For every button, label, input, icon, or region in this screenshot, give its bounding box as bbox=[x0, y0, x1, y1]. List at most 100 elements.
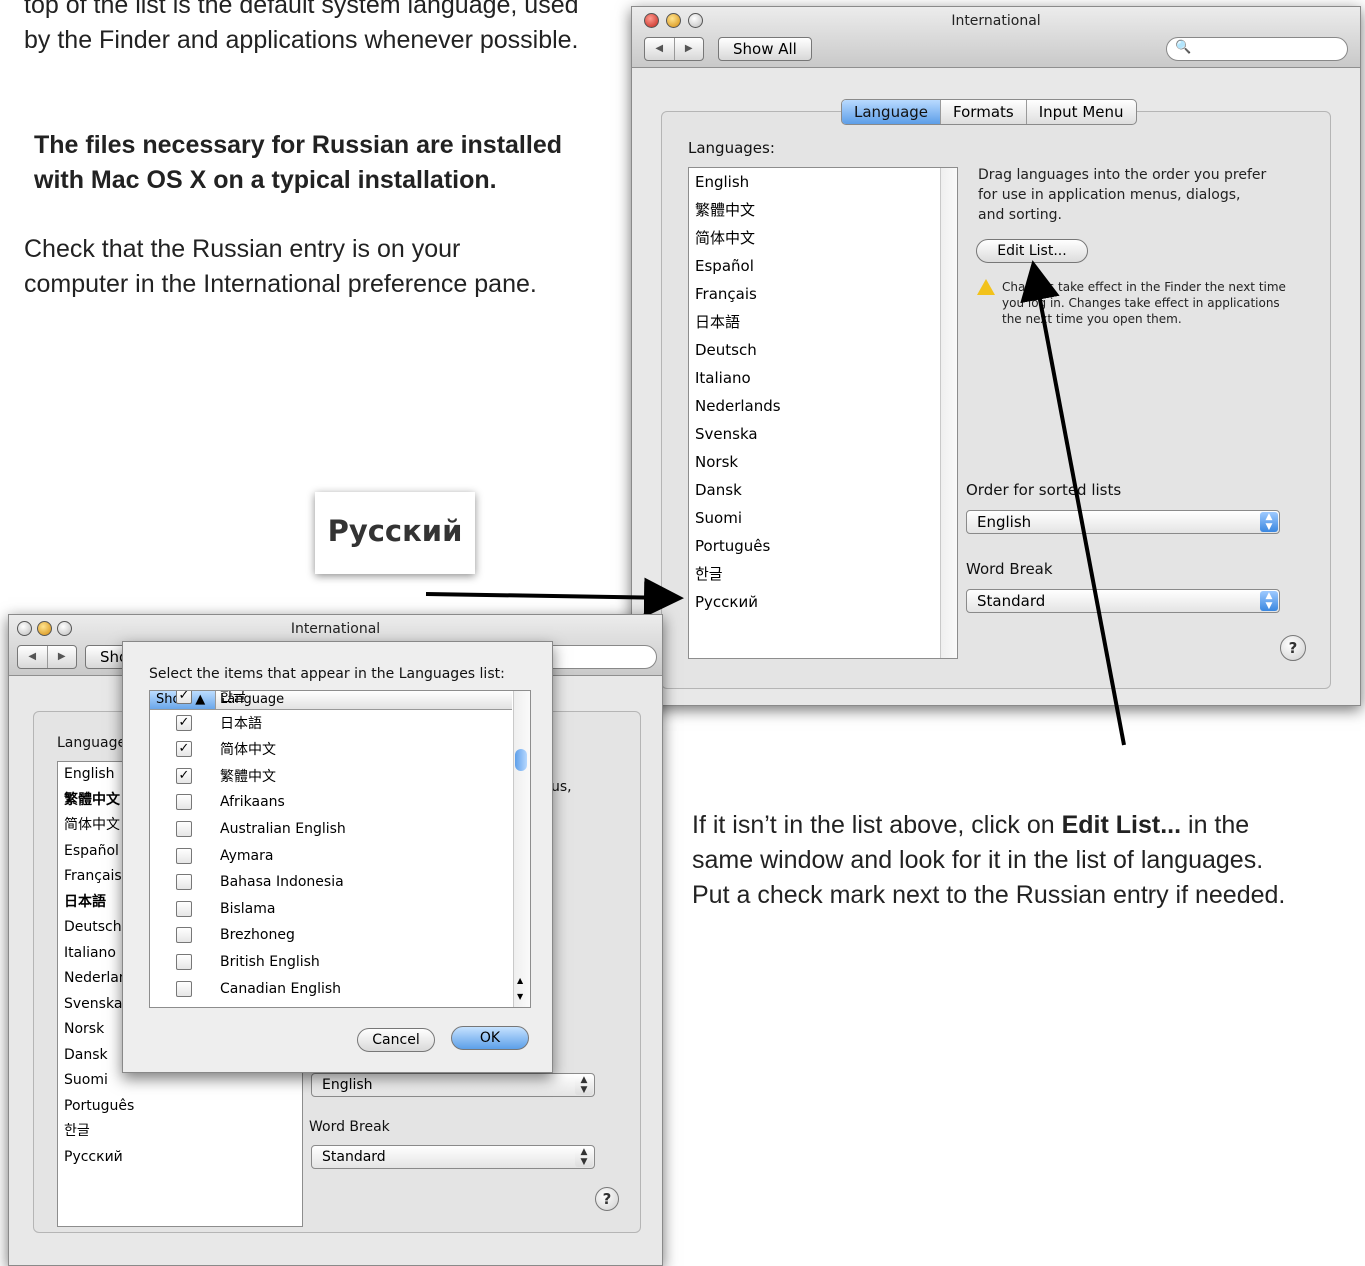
checkbox-checked[interactable]: ✓ bbox=[176, 714, 192, 731]
checklist-row[interactable]: Aymara bbox=[150, 843, 273, 869]
edit-list-button[interactable]: Edit List... bbox=[976, 239, 1088, 263]
word-break-popup[interactable]: Standard ▲ ▼ bbox=[966, 589, 1280, 613]
forward-arrow-icon[interactable]: ▶ bbox=[48, 646, 77, 668]
checkbox-unchecked[interactable] bbox=[176, 847, 192, 864]
back-forward-control[interactable]: ◀ ▶ bbox=[644, 37, 704, 61]
popup-arrows-icon: ▲ ▼ bbox=[575, 1147, 593, 1167]
language-item[interactable]: Italiano bbox=[689, 364, 781, 392]
sheet-prompt: Select the items that appear in the Lang… bbox=[149, 666, 505, 682]
languages-list[interactable]: English 繁體中文 简体中文 Español Français 日本語 Deutsch… bbox=[688, 167, 958, 659]
language-item[interactable]: Español bbox=[689, 252, 781, 280]
checklist-row[interactable]: Brezhoneg bbox=[150, 922, 295, 948]
popup-arrows-icon: ▲ ▼ bbox=[575, 1075, 593, 1095]
checklist-row[interactable]: Afrikaans bbox=[150, 789, 285, 815]
language-item[interactable]: 日本語 bbox=[689, 308, 781, 336]
language-checklist[interactable]: Show ▲ Language ✓ 한글 ✓ 日本語 ✓ 简体中文 ✓ 繁體中文 Afrikaa… bbox=[149, 690, 531, 1008]
checklist-row[interactable]: ✓ 简体中文 bbox=[150, 736, 276, 762]
show-all-button[interactable]: Show All bbox=[718, 37, 812, 61]
checklist-language-label: Afrikaans bbox=[220, 794, 285, 811]
word-break-popup-secondary[interactable]: Standard ▲ ▼ bbox=[311, 1145, 595, 1169]
search-icon: 🔍 bbox=[1175, 40, 1192, 55]
languages-items: English 繁體中文 简体中文 Español Français 日本語 Deutsch… bbox=[689, 168, 781, 616]
popup-arrows-icon: ▲ ▼ bbox=[1260, 512, 1278, 532]
scroll-up-icon[interactable]: ▲ bbox=[517, 976, 523, 985]
help-button[interactable]: ? bbox=[1280, 635, 1306, 661]
checklist-row[interactable]: Bislama bbox=[150, 896, 275, 922]
search-field[interactable]: 🔍 bbox=[1166, 37, 1348, 61]
instruction-paragraph: If it isn’t in the list above, click on … bbox=[692, 811, 1286, 909]
pane-tabs: Language Formats Input Menu bbox=[841, 99, 1137, 125]
language-item[interactable]: Русский bbox=[689, 588, 781, 616]
title-bar: International ◀ ▶ Show All 🔍 bbox=[632, 7, 1360, 68]
ok-button[interactable]: OK bbox=[451, 1026, 529, 1050]
edit-list-reference: Edit List... bbox=[1061, 811, 1182, 839]
window-title-secondary: International bbox=[290, 621, 381, 637]
scroll-thumb[interactable] bbox=[515, 749, 527, 771]
checkbox-unchecked[interactable] bbox=[176, 874, 192, 891]
checkbox-unchecked[interactable] bbox=[176, 821, 192, 837]
checkbox-unchecked[interactable] bbox=[176, 927, 192, 944]
scroll-down-icon[interactable]: ▼ bbox=[517, 992, 523, 1001]
language-item[interactable]: 繁體中文 bbox=[689, 196, 781, 224]
language-item[interactable]: Suomi bbox=[689, 504, 781, 532]
tab-formats[interactable]: Formats bbox=[941, 100, 1027, 124]
checklist-row[interactable]: ✓ 日本語 bbox=[150, 710, 262, 736]
warning-icon bbox=[977, 279, 995, 295]
checklist-language-label: 繁體中文 bbox=[220, 768, 276, 785]
cancel-button[interactable]: Cancel bbox=[357, 1028, 435, 1052]
checklist-row[interactable]: Canadian English bbox=[150, 976, 341, 1002]
checklist-scrollbar[interactable]: ▲ ▼ bbox=[513, 691, 530, 1007]
checkbox-checked[interactable]: ✓ bbox=[176, 741, 192, 758]
language-item[interactable]: Português bbox=[689, 532, 781, 560]
list-scrollbar[interactable] bbox=[940, 168, 957, 658]
language-item[interactable]: Norsk bbox=[689, 448, 781, 476]
tab-input-menu[interactable]: Input Menu bbox=[1027, 100, 1136, 124]
sort-order-popup-secondary[interactable]: English ▲ ▼ bbox=[311, 1073, 595, 1097]
word-break-label: Word Break bbox=[966, 560, 1053, 578]
tab-language[interactable]: Language bbox=[842, 100, 942, 124]
checklist-language-label: 한글 bbox=[220, 690, 246, 705]
checklist-row[interactable]: Australian English bbox=[150, 816, 346, 842]
drag-hint: Drag languages into the order you prefer… bbox=[978, 167, 1267, 223]
checklist-row[interactable]: British English bbox=[150, 949, 320, 975]
language-item[interactable]: Français bbox=[689, 280, 781, 308]
checklist-language-label: Brezhoneg bbox=[220, 927, 295, 944]
language-item[interactable]: English bbox=[689, 168, 781, 196]
sort-order-popup[interactable]: English ▲ ▼ bbox=[966, 510, 1280, 534]
edit-list-sheet: Select the items that appear in the Lang… bbox=[122, 641, 553, 1073]
checklist-language-label: Aymara bbox=[220, 847, 274, 864]
language-item[interactable]: Nederlands bbox=[689, 392, 781, 420]
language-item[interactable]: 한글 bbox=[58, 1119, 134, 1145]
language-item[interactable]: Dansk bbox=[689, 476, 781, 504]
checkbox-unchecked[interactable] bbox=[176, 954, 192, 970]
languages-label-secondary: Language bbox=[57, 735, 127, 751]
language-item[interactable]: 简体中文 bbox=[689, 224, 781, 252]
back-arrow-icon[interactable]: ◀ bbox=[645, 38, 675, 60]
language-item[interactable]: Deutsch bbox=[689, 336, 781, 364]
back-forward-control-secondary[interactable]: ◀ ▶ bbox=[17, 645, 77, 669]
hint-fragment: us, bbox=[551, 779, 572, 795]
window-title: International bbox=[951, 13, 1041, 29]
checkbox-checked[interactable]: ✓ bbox=[176, 691, 192, 704]
international-window-secondary: International ◀ ▶ Sho Language English 繁體… bbox=[8, 614, 663, 1266]
languages-label: Languages: bbox=[688, 139, 775, 157]
checkbox-unchecked[interactable] bbox=[176, 900, 192, 917]
back-arrow-icon[interactable]: ◀ bbox=[18, 646, 48, 668]
checklist-row[interactable]: Bahasa Indonesia bbox=[150, 869, 344, 895]
warning-text: Changes take effect in the Finder the ne… bbox=[1002, 280, 1286, 326]
checklist-language-label: Canadian English bbox=[220, 980, 342, 997]
forward-arrow-icon[interactable]: ▶ bbox=[675, 38, 704, 60]
language-item[interactable]: Português bbox=[58, 1094, 134, 1120]
intro-paragraph: top of the list is the default system la… bbox=[24, 0, 579, 54]
checklist-row[interactable]: ✓ 한글 bbox=[150, 690, 246, 709]
help-button-secondary[interactable]: ? bbox=[595, 1187, 619, 1211]
checkbox-checked[interactable]: ✓ bbox=[176, 767, 192, 784]
checkbox-unchecked[interactable] bbox=[176, 794, 192, 811]
checkbox-unchecked[interactable] bbox=[176, 980, 192, 997]
language-item[interactable]: Русский bbox=[58, 1145, 134, 1171]
checklist-row[interactable]: ✓ 繁體中文 bbox=[150, 763, 276, 789]
language-item[interactable]: 한글 bbox=[689, 560, 781, 588]
word-break-label-secondary: Word Break bbox=[309, 1119, 390, 1135]
checklist-language-label: British English bbox=[220, 954, 320, 970]
language-item[interactable]: Svenska bbox=[689, 420, 781, 448]
